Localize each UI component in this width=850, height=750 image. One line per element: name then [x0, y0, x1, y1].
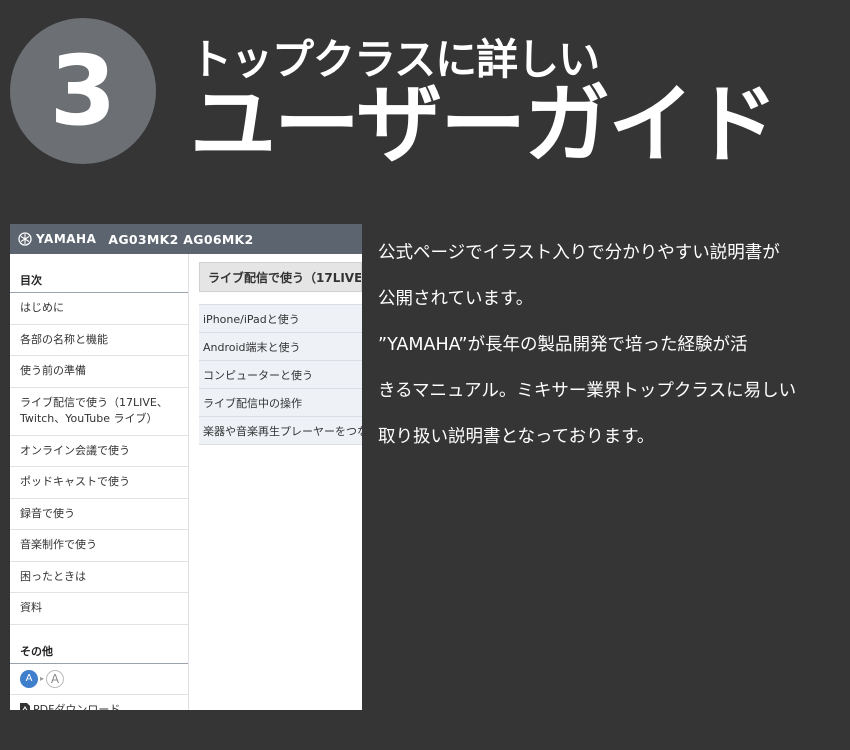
- description-text: 公式ページでイラスト入りで分かりやすい説明書が 公開されています。 ”YAMAH…: [378, 230, 828, 460]
- yamaha-logo[interactable]: YAMAHA: [18, 232, 96, 246]
- font-small-button[interactable]: A: [20, 669, 38, 688]
- pdf-download-label: PDFダウンロード: [33, 702, 121, 711]
- sidebar-item-trouble[interactable]: 困ったときは: [10, 562, 188, 593]
- content-link-android[interactable]: Android端末と使う: [199, 333, 362, 361]
- guide-sidebar: 目次 はじめに 各部の名称と機能 使う前の準備 ライブ配信で使う（17LIVE、…: [10, 254, 189, 710]
- user-guide-screenshot: YAMAHA AG03MK2 AG06MK2 目次 はじめに 各部の名称と機能 …: [10, 224, 362, 710]
- step-number-badge: 3: [10, 18, 156, 164]
- description-line: 公式ページでイラスト入りで分かりやすい説明書が: [378, 243, 780, 263]
- content-link-iphone[interactable]: iPhone/iPadと使う: [199, 305, 362, 333]
- sidebar-item-docs[interactable]: 資料: [10, 593, 188, 625]
- arrow-right-icon: ▸: [40, 674, 45, 683]
- font-size-toggle[interactable]: A ▸ A: [10, 664, 188, 695]
- sidebar-item-podcast[interactable]: ポッドキャストで使う: [10, 467, 188, 499]
- font-large-button[interactable]: A: [46, 669, 65, 688]
- brand-name: YAMAHA: [36, 232, 97, 246]
- description-line: きるマニュアル。ミキサー業界トップクラスに易しい: [378, 381, 797, 401]
- sidebar-item-meeting[interactable]: オンライン会議で使う: [10, 436, 188, 467]
- content-link-list: iPhone/iPadと使う Android端末と使う コンピューターと使う ラ…: [199, 304, 362, 445]
- sidebar-item-music[interactable]: 音楽制作で使う: [10, 530, 188, 562]
- description-line: 公開されています。: [378, 289, 534, 309]
- sidebar-item-live[interactable]: ライブ配信で使う（17LIVE、Twitch、YouTube ライブ）: [10, 388, 188, 436]
- step-number: 3: [49, 35, 117, 147]
- content-link-live-ops[interactable]: ライブ配信中の操作: [199, 389, 362, 417]
- content-link-instruments[interactable]: 楽器や音楽再生プレーヤーをつなぐ: [199, 417, 362, 445]
- pdf-download-link[interactable]: PDFダウンロード: [10, 695, 188, 711]
- sidebar-item-recording[interactable]: 録音で使う: [10, 499, 188, 530]
- description-line: 取り扱い説明書となっております。: [378, 427, 655, 447]
- heading-title: ユーザーガイド: [190, 75, 778, 175]
- sidebar-item-intro[interactable]: はじめに: [10, 293, 188, 325]
- content-link-computer[interactable]: コンピューターと使う: [199, 361, 362, 389]
- other-heading: その他: [10, 625, 188, 664]
- pdf-icon: [20, 702, 30, 710]
- description-line: ”YAMAHA”が長年の製品開発で培った経験が活: [378, 335, 748, 355]
- yamaha-tuning-fork-icon: [18, 232, 32, 246]
- content-title: ライブ配信で使う（17LIVE、Twitch、YouTube ライブ）: [199, 262, 362, 292]
- model-title: AG03MK2 AG06MK2: [108, 231, 254, 247]
- guide-header: YAMAHA AG03MK2 AG06MK2: [10, 224, 362, 254]
- toc-heading: 目次: [10, 254, 188, 293]
- guide-content: ライブ配信で使う（17LIVE、Twitch、YouTube ライブ） iPho…: [189, 254, 362, 710]
- sidebar-item-parts[interactable]: 各部の名称と機能: [10, 325, 188, 356]
- sidebar-item-prep[interactable]: 使う前の準備: [10, 356, 188, 388]
